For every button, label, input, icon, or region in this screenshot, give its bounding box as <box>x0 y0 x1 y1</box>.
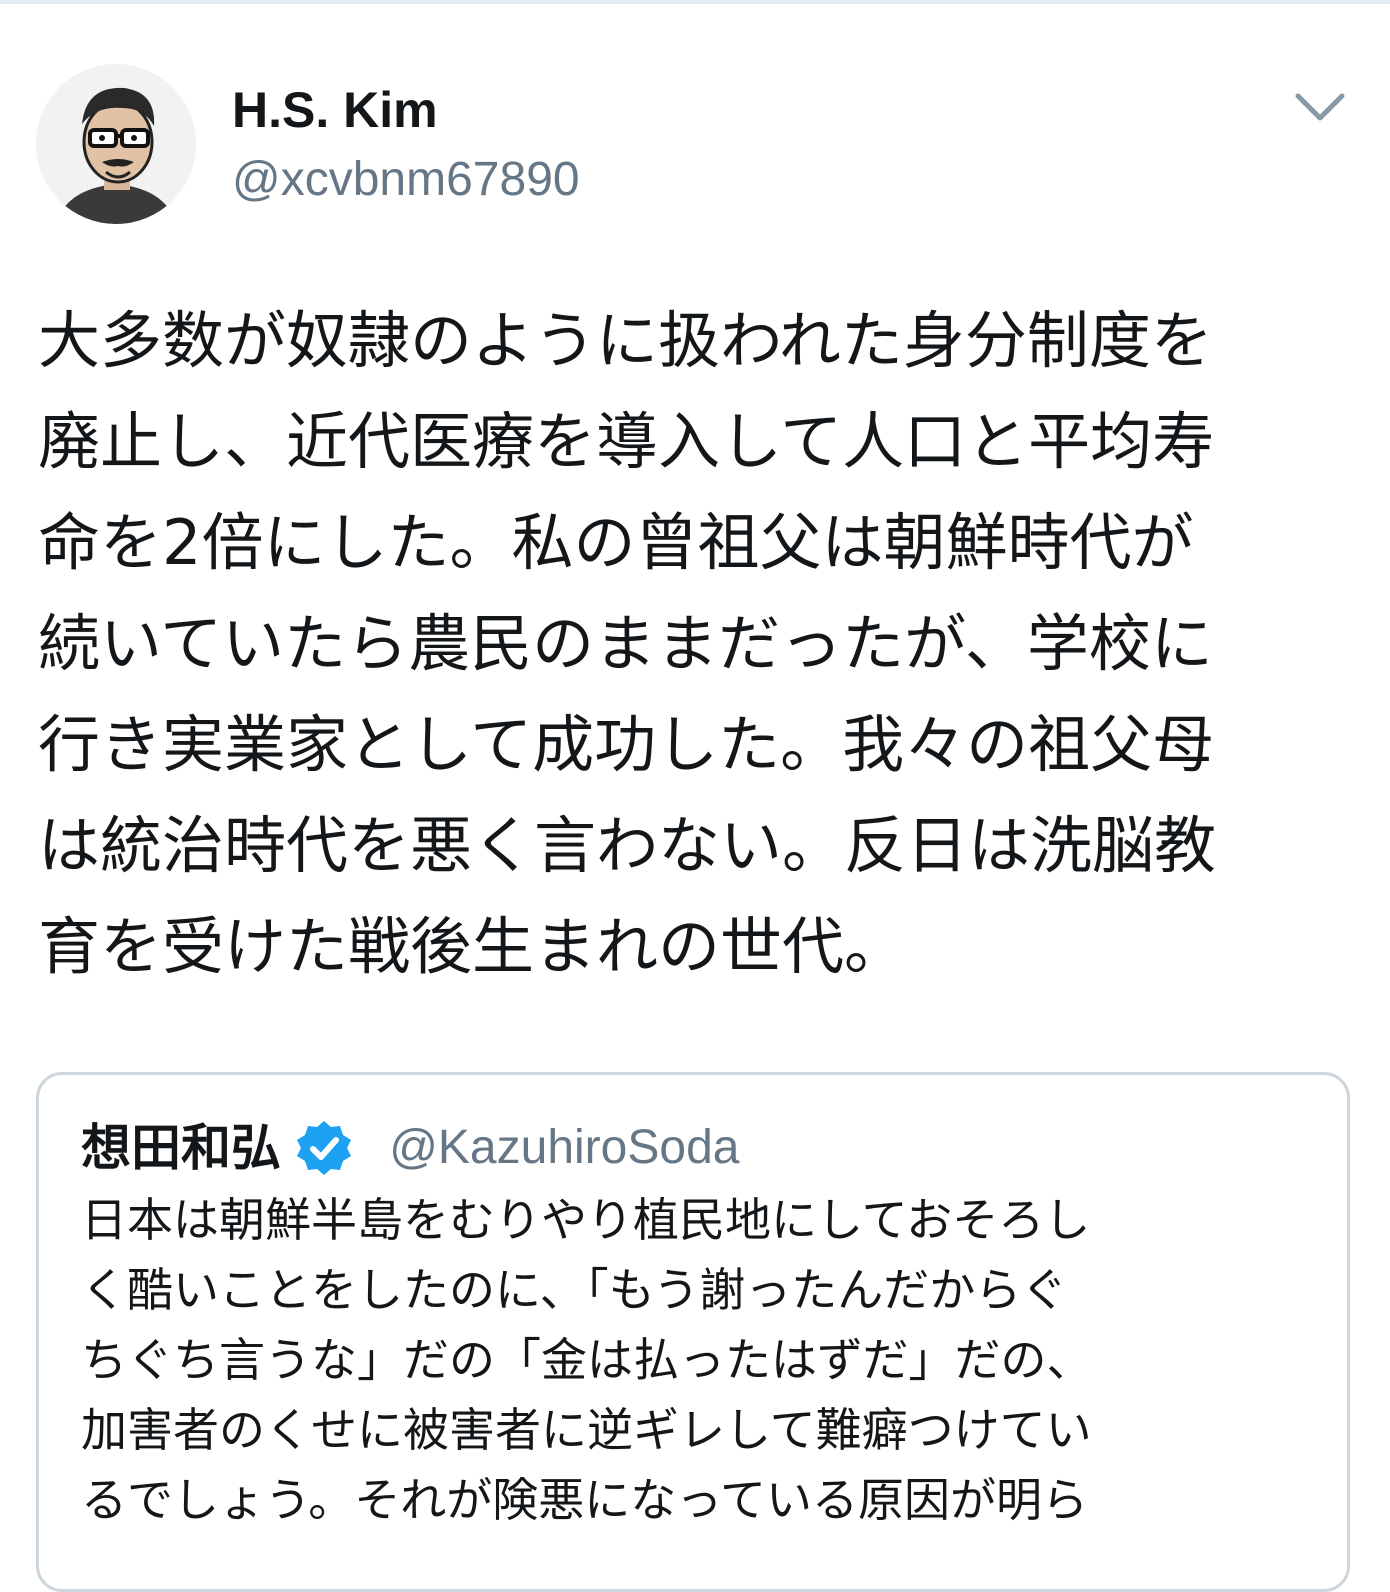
quoted-text-line: 加害者のくせに被害者に逆ギレして難癖つけてい <box>81 1403 1092 1457</box>
tweet: H.S. Kim @xcvbnm67890 大多数が奴隷のように扱われた身分制度… <box>0 0 1390 1592</box>
quoted-tweet-header: 想田和弘 @KazuhiroSoda <box>81 1115 739 1185</box>
quoted-tweet-card[interactable]: 想田和弘 @KazuhiroSoda 日本は朝鮮半島をむりやり植民地にしておそろ… <box>36 1072 1350 1592</box>
tweet-text-line: 続いていたら農民のままだったが、学校に <box>38 607 1213 680</box>
tweet-text-line: は統治時代を悪く言わない。反日は洗脳教 <box>38 809 1217 882</box>
author-handle[interactable]: @xcvbnm67890 <box>232 152 580 208</box>
author-avatar[interactable] <box>36 64 196 224</box>
tweet-text-line: 廃止し、近代医療を導入して人口と平均寿 <box>38 405 1215 478</box>
quoted-author-name: 想田和弘 <box>81 1119 281 1177</box>
quoted-tweet-body: 日本は朝鮮半島をむりやり植民地にしておそろし く酷いことをしたのに、「もう謝った… <box>81 1185 1311 1535</box>
tweet-menu-button[interactable] <box>1290 82 1350 132</box>
chevron-down-icon <box>1295 93 1345 121</box>
tweet-text-line: 育を受けた戦後生まれの世代。 <box>38 910 907 983</box>
cartoon-portrait-avatar-icon <box>36 64 196 224</box>
quoted-text-line: 日本は朝鮮半島をむりやり植民地にしておそろし <box>81 1193 1091 1247</box>
author-display-name[interactable]: H.S. Kim <box>232 80 438 140</box>
quoted-text-line: るでしょう。それが険悪になっている原因が明ら <box>81 1473 1088 1527</box>
tweet-body: 大多数が奴隷のように扱われた身分制度を 廃止し、近代医療を導入して人口と平均寿 … <box>38 290 1338 997</box>
tweet-text-line: 大多数が奴隷のように扱われた身分制度を <box>38 304 1213 377</box>
quoted-author-handle: @KazuhiroSoda <box>389 1121 740 1174</box>
quoted-text-line: ちぐち言うな」だの「金は払ったはずだ」だの、 <box>81 1333 1093 1387</box>
tweet-text-line: 命を2倍にした。私の曾祖父は朝鮮時代が <box>38 506 1194 579</box>
quoted-text-line: く酷いことをしたのに、「もう謝ったんだからぐ <box>81 1263 1068 1317</box>
tweet-text-line: 行き実業家として成功した。我々の祖父母 <box>38 708 1215 781</box>
verified-badge-icon <box>294 1118 354 1178</box>
